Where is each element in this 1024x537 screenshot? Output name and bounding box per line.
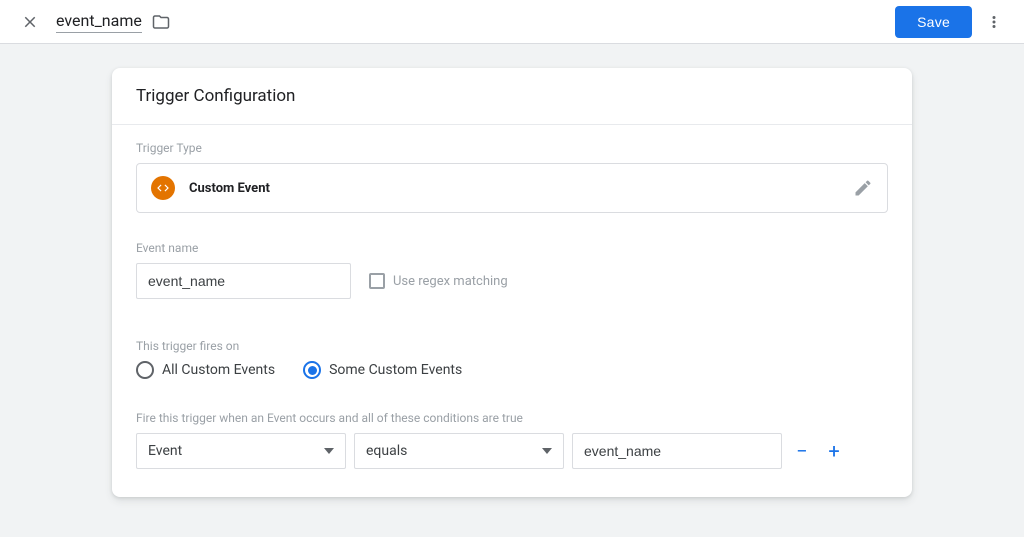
trigger-config-card: Trigger Configuration Trigger Type Custo… bbox=[112, 68, 912, 497]
radio-all-events[interactable]: All Custom Events bbox=[136, 361, 275, 379]
regex-checkbox[interactable]: Use regex matching bbox=[369, 273, 508, 289]
pencil-icon bbox=[853, 178, 873, 198]
save-button[interactable]: Save bbox=[895, 6, 972, 38]
event-name-label: Event name bbox=[136, 241, 888, 255]
top-bar: event_name Save bbox=[0, 0, 1024, 44]
condition-row: Event equals − + bbox=[136, 433, 888, 469]
fires-on-label: This trigger fires on bbox=[136, 339, 888, 353]
chevron-down-icon bbox=[542, 448, 552, 454]
folder-button[interactable] bbox=[152, 13, 170, 31]
trigger-type-selector[interactable]: Custom Event bbox=[136, 163, 888, 213]
custom-event-icon bbox=[151, 176, 175, 200]
add-condition-button[interactable]: + bbox=[822, 439, 846, 463]
radio-selected-icon bbox=[303, 361, 321, 379]
radio-all-label: All Custom Events bbox=[162, 362, 275, 378]
more-actions-button[interactable] bbox=[976, 4, 1012, 40]
title-area: event_name bbox=[56, 11, 170, 33]
radio-some-label: Some Custom Events bbox=[329, 362, 462, 378]
trigger-name-input[interactable]: event_name bbox=[56, 11, 142, 33]
close-button[interactable] bbox=[12, 4, 48, 40]
regex-label: Use regex matching bbox=[393, 274, 508, 289]
radio-unselected-icon bbox=[136, 361, 154, 379]
chevron-down-icon bbox=[324, 448, 334, 454]
folder-icon bbox=[152, 13, 170, 31]
conditions-label: Fire this trigger when an Event occurs a… bbox=[136, 411, 888, 425]
code-icon bbox=[156, 181, 170, 195]
page-background: Trigger Configuration Trigger Type Custo… bbox=[0, 44, 1024, 537]
close-icon bbox=[21, 13, 39, 31]
event-name-input[interactable] bbox=[136, 263, 351, 299]
trigger-type-name: Custom Event bbox=[189, 181, 270, 196]
remove-condition-button[interactable]: − bbox=[790, 439, 814, 463]
checkbox-icon bbox=[369, 273, 385, 289]
condition-variable-value: Event bbox=[148, 443, 182, 459]
condition-operator-select[interactable]: equals bbox=[354, 433, 564, 469]
radio-some-events[interactable]: Some Custom Events bbox=[303, 361, 462, 379]
edit-trigger-type-button[interactable] bbox=[853, 178, 873, 198]
card-title: Trigger Configuration bbox=[112, 68, 912, 125]
condition-value-input[interactable] bbox=[572, 433, 782, 469]
condition-operator-value: equals bbox=[366, 443, 407, 459]
more-vert-icon bbox=[985, 13, 1003, 31]
trigger-type-label: Trigger Type bbox=[136, 141, 888, 155]
condition-variable-select[interactable]: Event bbox=[136, 433, 346, 469]
